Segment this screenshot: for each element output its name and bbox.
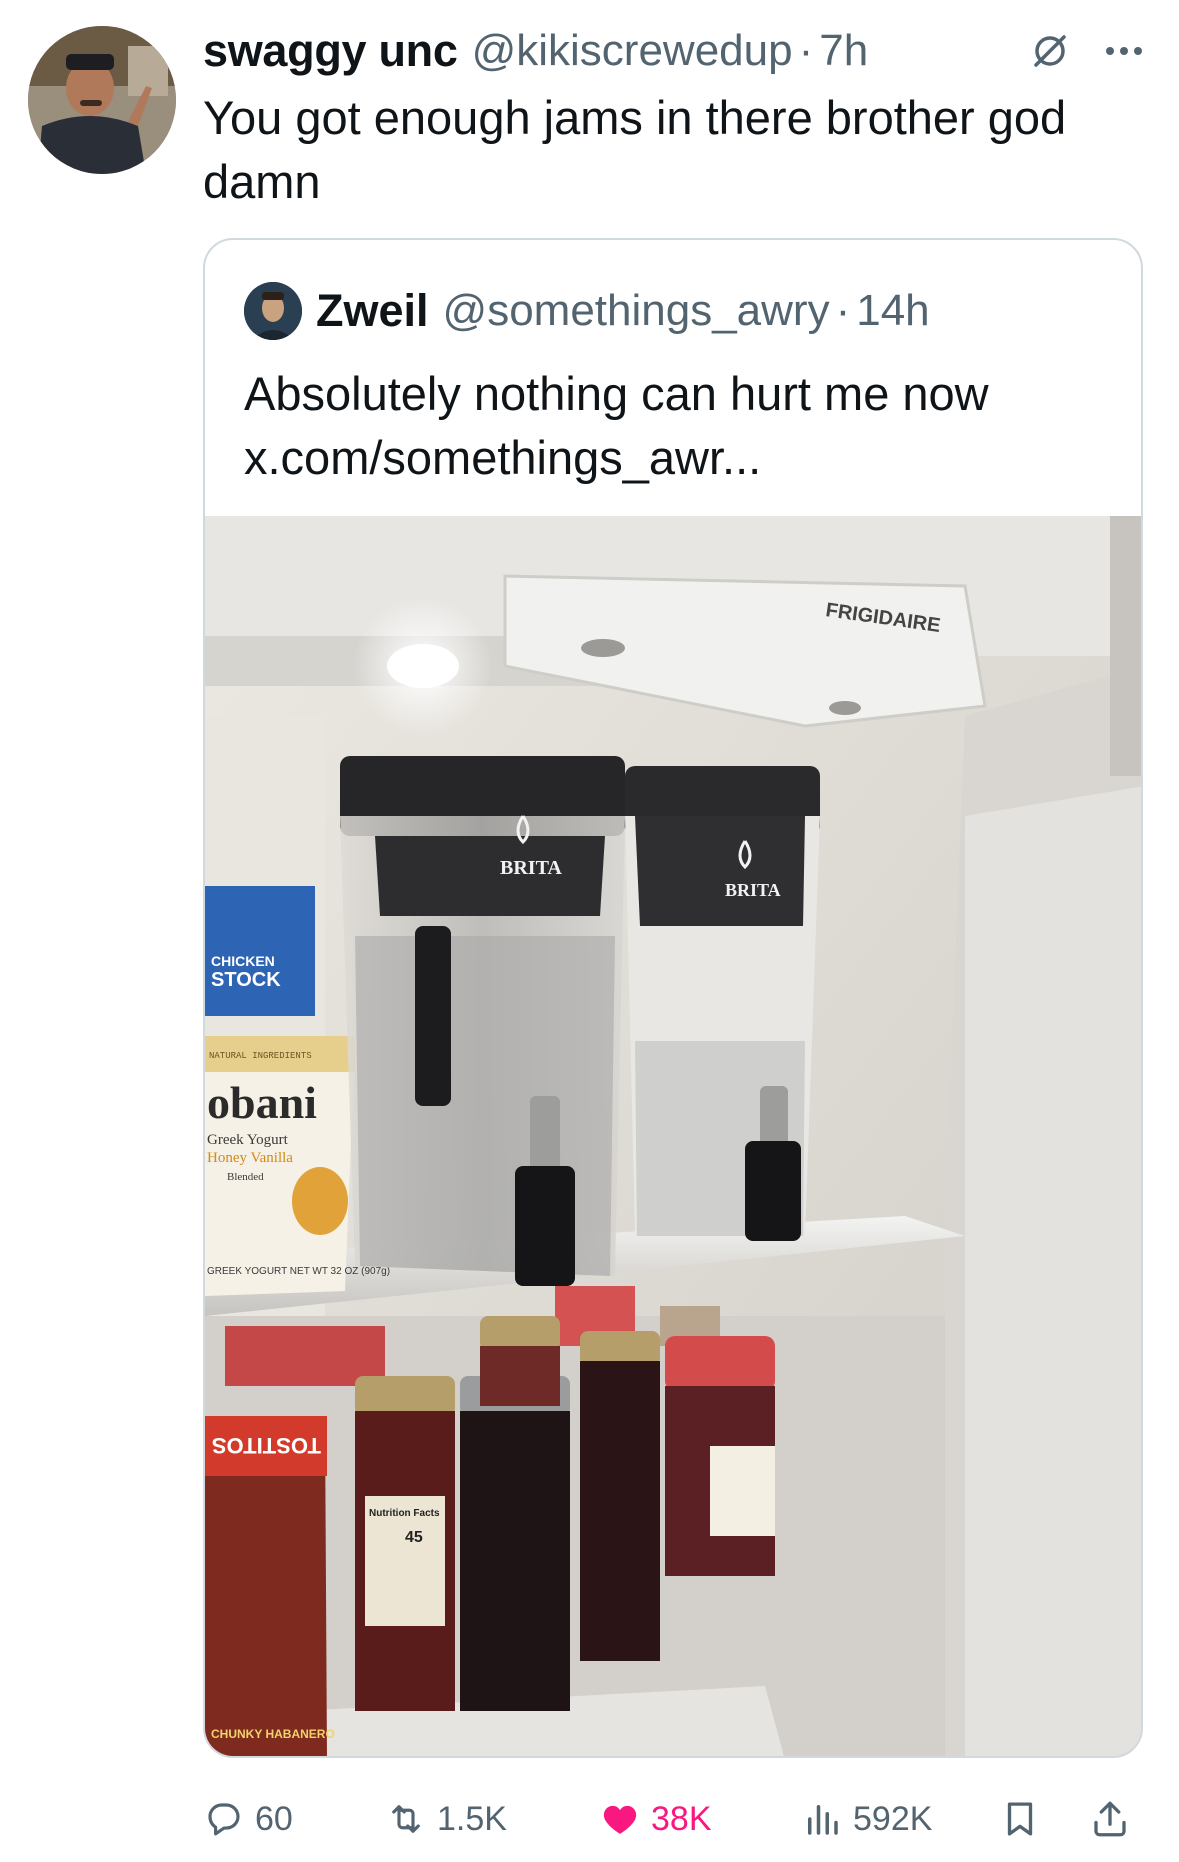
grok-icon[interactable]	[1025, 26, 1075, 76]
reply-icon	[208, 1803, 240, 1836]
yogurt-band: NATURAL INGREDIENTS	[209, 1051, 312, 1061]
bookmark-button[interactable]	[999, 1790, 1051, 1848]
more-icon[interactable]	[1097, 26, 1151, 76]
quoted-tweet-photo[interactable]: FRIGIDAIRE CHICKEN STOCK NATURAL INGREDI…	[205, 516, 1141, 1756]
quoted-author-avatar	[244, 282, 302, 340]
like-count: 38K	[651, 1799, 712, 1838]
quoted-tweet-text: Absolutely nothing can hurt me now x.com…	[244, 362, 1124, 490]
tweet-text: You got enough jams in there brother god…	[203, 91, 1067, 208]
salsa-flavor: CHUNKY HABANERO	[211, 1727, 335, 1741]
yogurt-brand: obani	[207, 1077, 317, 1128]
retweet-icon	[392, 1805, 420, 1833]
quoted-timestamp: 14h	[856, 286, 930, 335]
right-dispenser-brand: BRITA	[725, 880, 781, 900]
salsa-brand: TOSTITOS	[212, 1433, 321, 1458]
yogurt-line3: Blended	[227, 1171, 264, 1183]
carton-label-line2: STOCK	[211, 969, 281, 991]
yogurt-line1: Greek Yogurt	[207, 1132, 289, 1148]
separator-dot: ·	[798, 26, 814, 75]
share-icon	[1094, 1801, 1126, 1837]
reply-count: 60	[255, 1799, 293, 1838]
quoted-text-line: Absolutely nothing can hurt me now	[244, 367, 989, 420]
author-avatar[interactable]	[28, 26, 176, 174]
views-button[interactable]: 592K	[801, 1790, 932, 1848]
views-icon	[808, 1805, 838, 1835]
quoted-tweet-card[interactable]: Zweil @somethings_awry · 14h Absolutely …	[203, 238, 1143, 1758]
quoted-display-name: Zweil	[316, 285, 429, 336]
yogurt-line2: Honey Vanilla	[207, 1150, 293, 1166]
heart-icon	[603, 1805, 637, 1834]
carton-label-line1: CHICKEN	[211, 953, 275, 969]
jar-calories: 45	[405, 1529, 423, 1546]
reply-button[interactable]: 60	[203, 1790, 293, 1848]
repost-count: 1.5K	[437, 1799, 507, 1838]
quoted-handle: @somethings_awry	[442, 286, 830, 335]
author-display-name[interactable]: swaggy unc	[203, 25, 458, 77]
tweet-actions-bar: 60 1.5K 38K 592K	[203, 1790, 1153, 1848]
tweet-timestamp[interactable]: 7h	[819, 26, 868, 76]
quoted-tweet-header: Zweil @somethings_awry · 14h	[244, 282, 930, 340]
left-dispenser-brand: BRITA	[500, 857, 562, 879]
repost-button[interactable]: 1.5K	[385, 1790, 507, 1848]
tweet-header: swaggy unc @kikiscrewedup · 7h	[203, 22, 1151, 80]
bookmark-icon	[1007, 1802, 1033, 1836]
yogurt-bottom: GREEK YOGURT NET WT 32 OZ (907g)	[207, 1266, 390, 1277]
quoted-separator-dot: ·	[835, 286, 851, 335]
share-button[interactable]	[1089, 1790, 1141, 1848]
like-button[interactable]: 38K	[599, 1790, 712, 1848]
author-handle[interactable]: @kikiscrewedup	[472, 26, 793, 76]
jar-nutrition-label: Nutrition Facts	[369, 1508, 440, 1519]
views-count: 592K	[853, 1799, 933, 1838]
quoted-text-link[interactable]: x.com/somethings_awr...	[244, 426, 1124, 490]
